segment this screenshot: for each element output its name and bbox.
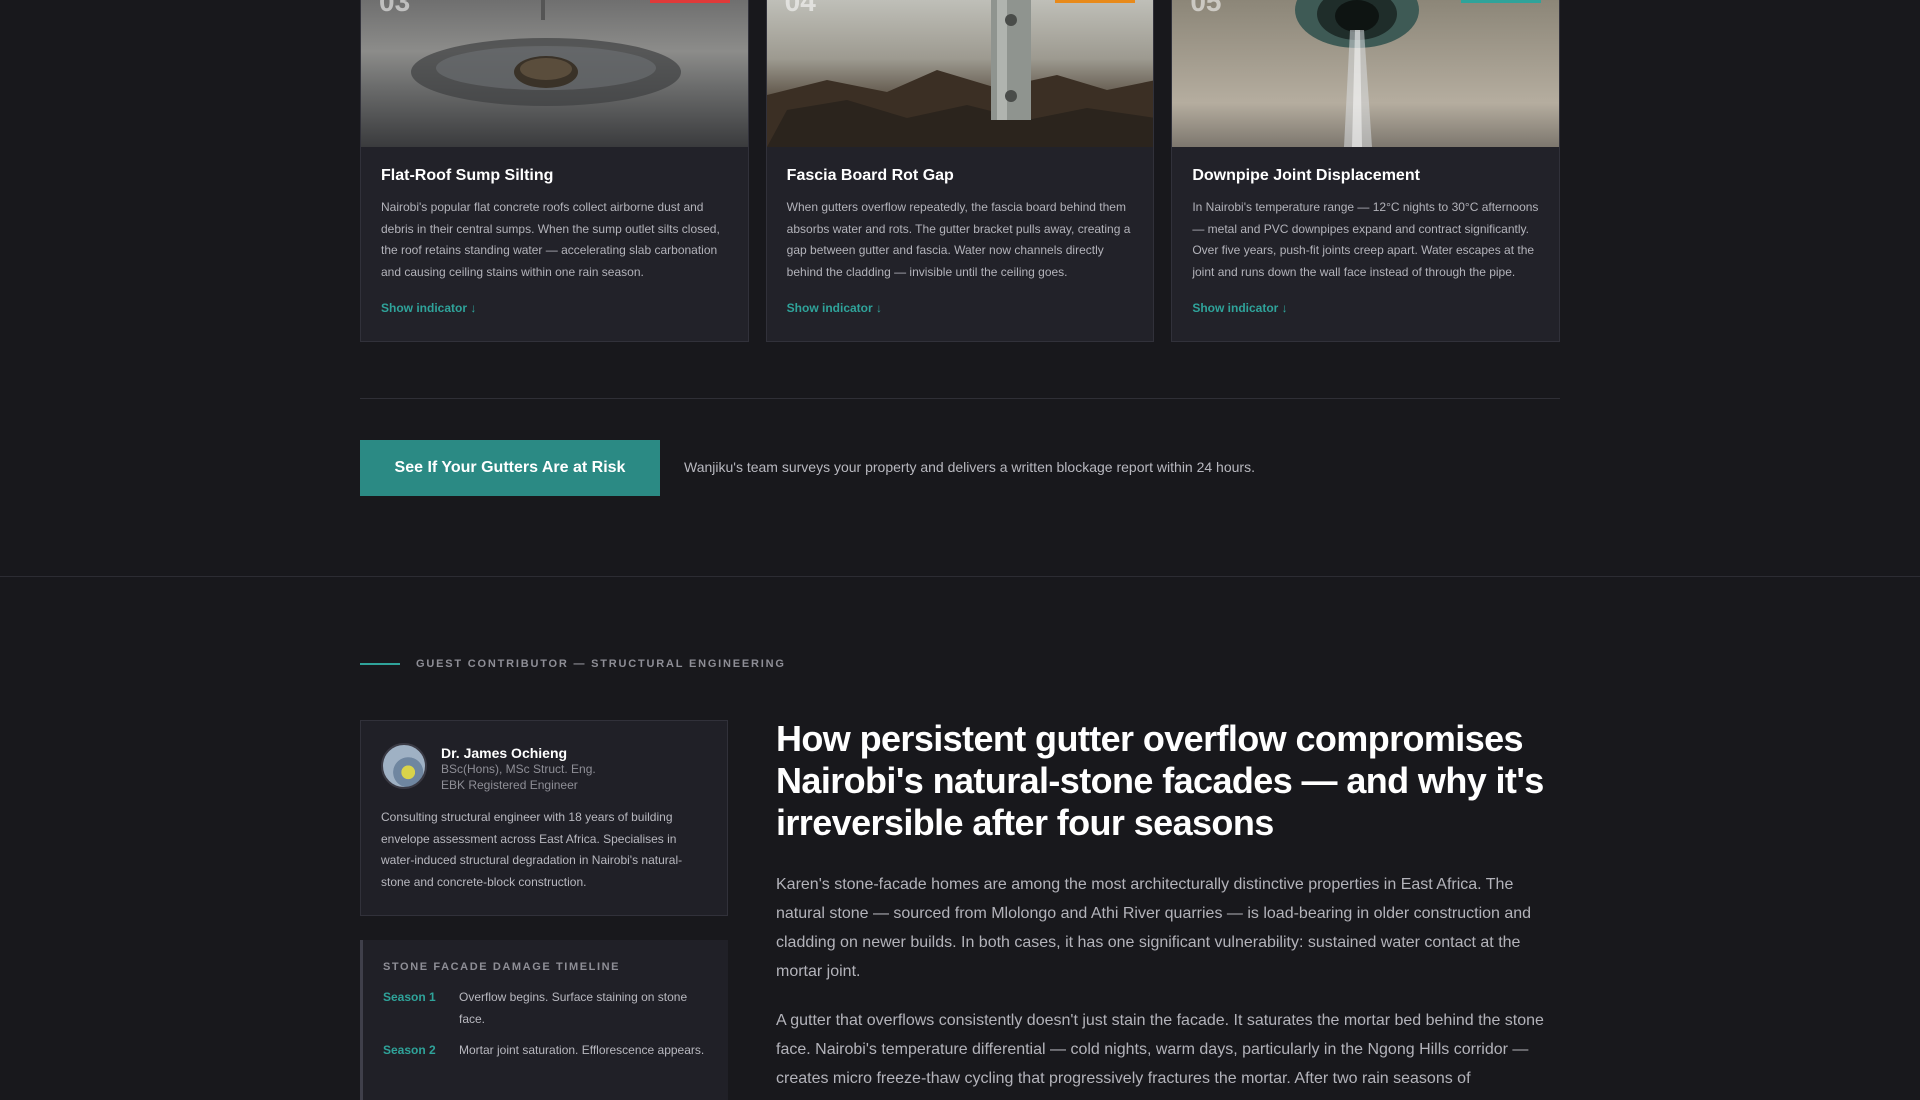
card-title: Downpipe Joint Displacement <box>1192 167 1420 184</box>
card-title: Fascia Board Rot Gap <box>786 167 954 184</box>
article-paragraph: Karen's stone-facade homes are among the… <box>776 876 1532 980</box>
gutter-risk-cta-button[interactable]: See If Your Gutters Are at Risk <box>360 440 660 496</box>
author-bio: Consulting structural engineer with 18 y… <box>381 810 683 889</box>
card-photo: 04 <box>766 0 1154 147</box>
card-photo: 03 <box>361 0 748 147</box>
card-tag-bar <box>649 0 730 3</box>
flat-roof-sump-image <box>411 0 681 106</box>
card-number: 05 <box>1190 0 1222 17</box>
timeline-row: Season 1 Overflow begins. Surface staini… <box>383 987 708 1030</box>
problem-card: 03 Flat-Roof Sump Silting Nairobi's popu… <box>360 0 749 342</box>
card-tag-bar <box>1055 0 1136 3</box>
card-number: 04 <box>784 0 816 17</box>
section-kicker: GUEST CONTRIBUTOR — STRUCTURAL ENGINEERI… <box>360 658 786 670</box>
kicker-accent-line <box>360 663 400 665</box>
show-indicator-link[interactable]: Show indicator ↓ <box>1192 301 1287 315</box>
downpipe-joint-image <box>1295 0 1420 147</box>
avatar <box>381 743 427 789</box>
timeline-row: Season 2 Mortar joint saturation. Efflor… <box>383 1040 708 1062</box>
card-text: In Nairobi's temperature range — 12°C ni… <box>1192 200 1539 279</box>
problem-cards-row: 03 Flat-Roof Sump Silting Nairobi's popu… <box>360 0 1561 343</box>
author-name: Dr. James Ochieng <box>441 745 568 761</box>
section-divider <box>360 398 1560 399</box>
timeline-title: STONE FACADE DAMAGE TIMELINE <box>383 961 621 973</box>
timeline-season: Season 1 <box>383 990 436 1004</box>
show-indicator-link[interactable]: Show indicator ↓ <box>381 301 476 315</box>
timeline-desc: Overflow begins. Surface staining on sto… <box>459 990 688 1026</box>
damage-timeline: STONE FACADE DAMAGE TIMELINE Season 1 Ov… <box>360 940 728 1100</box>
card-tag-bar <box>1461 0 1542 3</box>
show-indicator-link[interactable]: Show indicator ↓ <box>787 301 882 315</box>
article: How persistent gutter overflow compromis… <box>776 718 1560 1093</box>
author-card: Dr. James Ochieng BSc(Hons), MSc Struct.… <box>360 720 728 916</box>
problem-card: 04 Fascia Board Rot Gap When gutters ove… <box>765 0 1155 342</box>
card-number: 03 <box>379 0 411 17</box>
card-photo: 05 <box>1172 0 1560 147</box>
cta-note: Wanjiku's team surveys your property and… <box>684 459 1255 475</box>
problem-card: 05 Downpipe Joint Displacement In Nairob… <box>1171 0 1561 342</box>
author-registration: EBK Registered Engineer <box>441 778 578 792</box>
card-text: Nairobi's popular flat concrete roofs co… <box>381 200 720 279</box>
author-credentials: BSc(Hons), MSc Struct. Eng. <box>441 762 596 776</box>
timeline-season: Season 2 <box>383 1043 436 1057</box>
article-title: How persistent gutter overflow compromis… <box>776 718 1544 843</box>
card-title: Flat-Roof Sump Silting <box>381 167 554 184</box>
fascia-rot-image <box>766 0 1154 147</box>
section-divider <box>0 576 1920 577</box>
timeline-desc: Mortar joint saturation. Efflorescence a… <box>459 1043 705 1057</box>
kicker-label: GUEST CONTRIBUTOR — STRUCTURAL ENGINEERI… <box>416 658 786 670</box>
card-text: When gutters overflow repeatedly, the fa… <box>786 200 1131 279</box>
